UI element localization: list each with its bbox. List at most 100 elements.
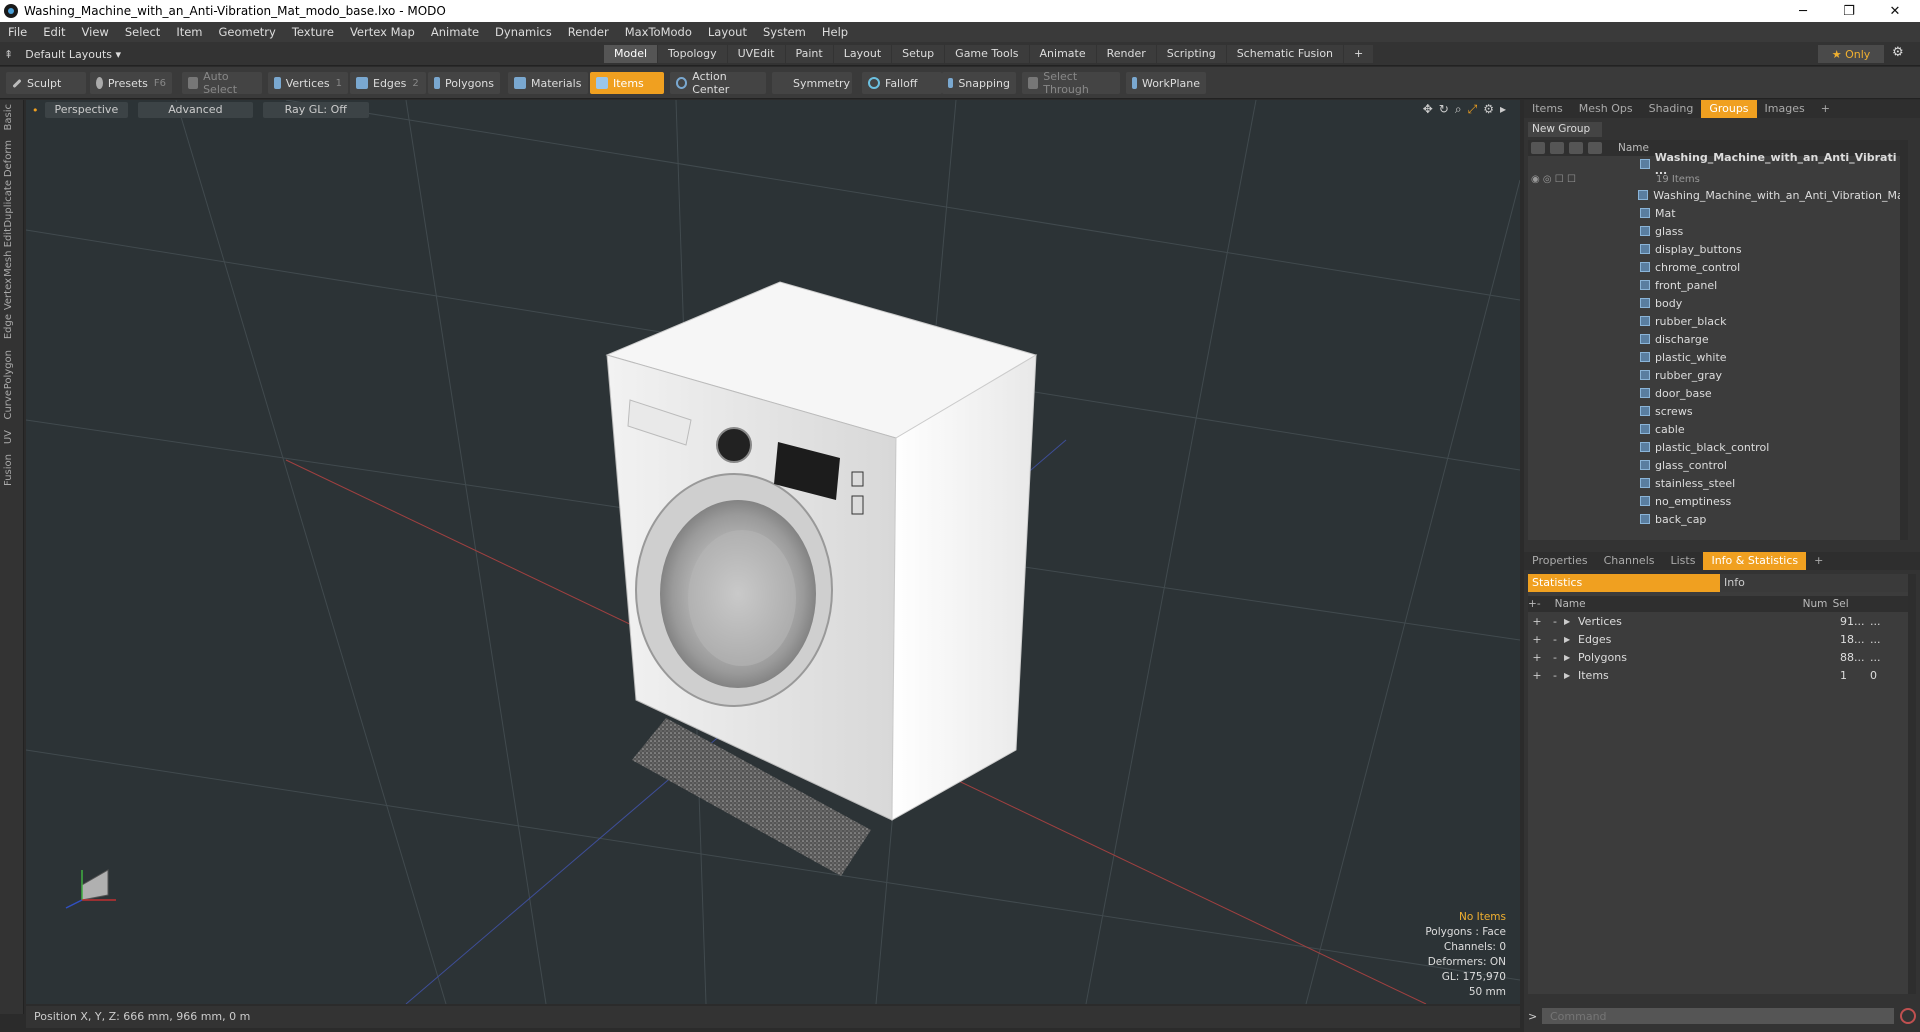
vertices-button[interactable]: Vertices 1 [268, 72, 348, 94]
collapse-icon[interactable]: - [1546, 651, 1564, 664]
lock-col-icon[interactable] [1569, 142, 1583, 154]
tab-add[interactable]: + [1344, 45, 1374, 63]
groups-tab-shading[interactable]: Shading [1641, 100, 1702, 118]
falloff-button[interactable]: Falloff [862, 72, 942, 94]
group-item-row[interactable]: rubber_black [1528, 312, 1908, 330]
command-input[interactable] [1542, 1008, 1894, 1024]
tab-game-tools[interactable]: Game Tools [945, 45, 1029, 63]
fit-icon[interactable]: ⤢ [1468, 102, 1478, 117]
group-item-row[interactable]: display_buttons [1528, 240, 1908, 258]
stat-row[interactable]: + - ▶ Polygons 88...... [1528, 648, 1916, 666]
left-tab-vertex[interactable]: Vertex [3, 278, 21, 310]
workplane-button[interactable]: WorkPlane [1126, 72, 1206, 94]
stats-tab-channels[interactable]: Channels [1596, 552, 1663, 570]
stats-tab-properties[interactable]: Properties [1524, 552, 1596, 570]
viewport-settings-icon[interactable]: ⚙ [1483, 102, 1494, 117]
disclosure-arrow-icon[interactable]: ▶ [1564, 617, 1578, 626]
group-item-row[interactable]: discharge [1528, 330, 1908, 348]
tab-render[interactable]: Render [1096, 45, 1156, 63]
group-item-row[interactable]: back_cap [1528, 510, 1908, 528]
viewport-menu-arrow-icon[interactable]: ▸ [1500, 102, 1506, 117]
menu-animate[interactable]: Animate [423, 25, 487, 39]
group-item-row[interactable]: door_base [1528, 384, 1908, 402]
record-icon[interactable] [1900, 1008, 1916, 1024]
left-tab-uv[interactable]: UV [3, 430, 21, 444]
expand-icon[interactable]: + [1528, 615, 1546, 628]
tab-model[interactable]: Model [604, 45, 658, 63]
visibility-col-icon[interactable] [1531, 142, 1545, 154]
groups-tab-items[interactable]: Items [1524, 100, 1571, 118]
snapping-button[interactable]: Snapping [942, 72, 1016, 94]
tab-paint[interactable]: Paint [785, 45, 833, 63]
left-tab-edge[interactable]: Edge [3, 314, 21, 339]
group-item-row[interactable]: rubber_gray [1528, 366, 1908, 384]
left-tab-deform[interactable]: Deform [3, 140, 21, 177]
eye-icon[interactable]: ◉ ◎ ☐ ☐ [1528, 174, 1636, 185]
tab-animate[interactable]: Animate [1029, 45, 1096, 63]
group-item-row[interactable]: Mat [1528, 204, 1908, 222]
auto-select-button[interactable]: Auto Select [182, 70, 262, 96]
statistics-subtab[interactable]: Statistics [1528, 574, 1720, 592]
tab-schematic-fusion[interactable]: Schematic Fusion [1226, 45, 1344, 63]
select-col-icon[interactable] [1588, 142, 1602, 154]
disclosure-arrow-icon[interactable]: ▶ [1564, 653, 1578, 662]
disclosure-arrow-icon[interactable]: ▶ [1564, 671, 1578, 680]
expand-icon[interactable]: + [1528, 651, 1546, 664]
group-item-row[interactable]: glass_control [1528, 456, 1908, 474]
tab-layout[interactable]: Layout [833, 45, 892, 63]
stats-scrollbar[interactable] [1908, 574, 1916, 994]
left-tab-mesh-edit[interactable]: Mesh Edit [3, 228, 21, 277]
menu-dynamics[interactable]: Dynamics [487, 25, 560, 39]
tab-scripting[interactable]: Scripting [1156, 45, 1226, 63]
symmetry-button[interactable]: Symmetry [772, 72, 852, 94]
expand-icon[interactable]: + [1528, 669, 1546, 682]
groups-tab-images[interactable]: Images [1757, 100, 1813, 118]
group-item-row[interactable]: front_panel [1528, 276, 1908, 294]
collapse-icon[interactable]: - [1546, 633, 1564, 646]
collapse-icon[interactable]: - [1546, 615, 1564, 628]
pan-icon[interactable]: ✥ [1423, 102, 1433, 117]
3d-viewport[interactable]: • Perspective Advanced Ray GL: Off ✥ ↻ ⌕… [26, 100, 1520, 1004]
left-tab-duplicate[interactable]: Duplicate [3, 180, 21, 228]
polygons-button[interactable]: Polygons [428, 72, 500, 94]
menu-item[interactable]: Item [168, 25, 210, 39]
items-button[interactable]: Items [590, 72, 664, 94]
groups-tab-mesh-ops[interactable]: Mesh Ops [1571, 100, 1641, 118]
only-toggle[interactable]: ★ Only [1818, 45, 1884, 63]
group-item-row[interactable]: stainless_steel [1528, 474, 1908, 492]
tab-topology[interactable]: Topology [658, 45, 727, 63]
group-item-row[interactable]: plastic_white [1528, 348, 1908, 366]
expand-icon[interactable]: + [1528, 633, 1546, 646]
stats-tab-add[interactable]: + [1806, 552, 1831, 570]
stat-row[interactable]: + - ▶ Items 1 0 [1528, 666, 1916, 684]
menu-select[interactable]: Select [117, 25, 168, 39]
action-center-button[interactable]: Action Center [670, 70, 766, 96]
left-tab-basic[interactable]: Basic [3, 104, 21, 130]
group-item-row[interactable]: glass [1528, 222, 1908, 240]
menu-help[interactable]: Help [814, 25, 856, 39]
menu-edit[interactable]: Edit [35, 25, 73, 39]
menu-file[interactable]: File [0, 25, 35, 39]
tab-setup[interactable]: Setup [892, 45, 945, 63]
group-item-row[interactable]: plastic_black_control [1528, 438, 1908, 456]
groups-scrollbar[interactable] [1900, 140, 1908, 540]
group-item-row[interactable]: chrome_control [1528, 258, 1908, 276]
menu-render[interactable]: Render [560, 25, 617, 39]
close-button[interactable]: ✕ [1872, 0, 1918, 22]
menu-system[interactable]: System [755, 25, 814, 39]
expand-all-icon[interactable]: + [1528, 598, 1537, 610]
zoom-icon[interactable]: ⌕ [1455, 102, 1462, 117]
gear-icon[interactable]: ⚙ [1892, 45, 1904, 60]
new-group-button[interactable]: New Group [1528, 122, 1602, 137]
collapse-icon[interactable]: - [1546, 669, 1564, 682]
disclosure-arrow-icon[interactable]: ▶ [1564, 635, 1578, 644]
minimize-button[interactable]: ─ [1780, 0, 1826, 22]
left-tab-polygon[interactable]: Polygon [3, 350, 21, 389]
stat-row[interactable]: + - ▶ Edges 18...... [1528, 630, 1916, 648]
stats-tab-info-statistics[interactable]: Info & Statistics [1703, 552, 1807, 570]
stat-row[interactable]: + - ▶ Vertices 91...... [1528, 612, 1916, 630]
raygl-toggle[interactable]: Ray GL: Off [262, 102, 369, 118]
menu-texture[interactable]: Texture [284, 25, 342, 39]
view-perspective-dropdown[interactable]: Perspective [44, 102, 129, 118]
groups-tab-add[interactable]: + [1813, 100, 1838, 118]
